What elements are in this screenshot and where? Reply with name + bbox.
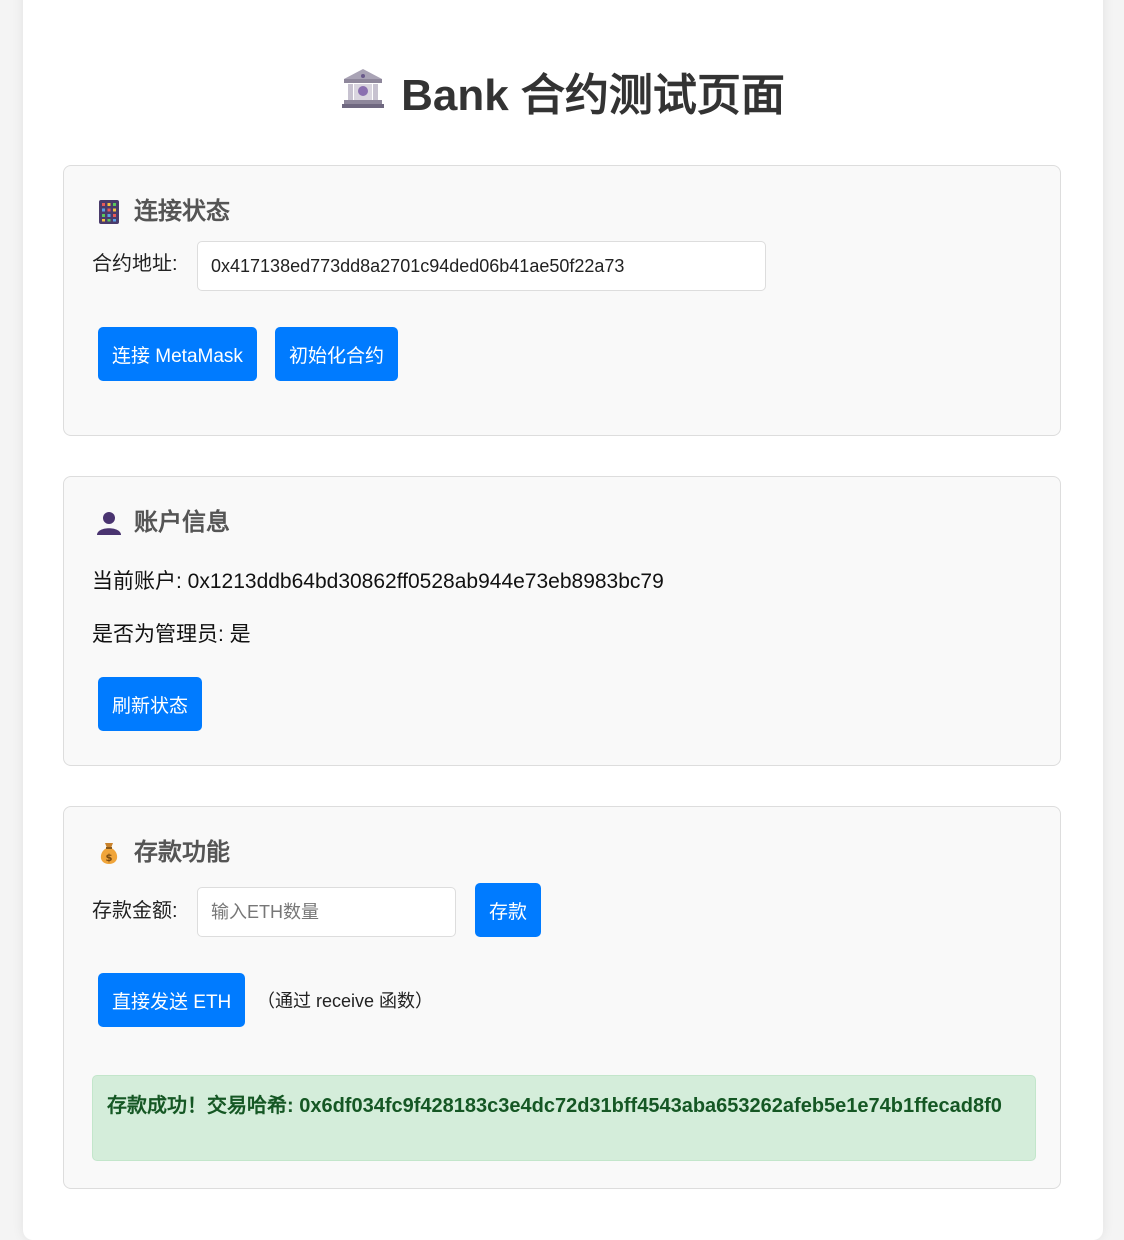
account-section-title: 账户信息 [96,507,230,539]
abacus-icon [96,199,122,225]
connection-section: 连接状态 合约地址: 连接 MetaMask 初始化合约 [63,165,1061,436]
admin-status-label: 是否为管理员: [92,623,230,646]
admin-status-value: 是 [229,623,251,646]
user-icon [96,510,122,536]
refresh-status-button[interactable]: 刷新状态 [98,677,203,731]
deposit-amount-input[interactable] [197,887,456,937]
account-title-text: 账户信息 [134,509,230,536]
page-title-text: Bank 合约测试页面 [401,71,785,120]
deposit-title-text: 存款功能 [134,839,230,866]
send-eth-note: （通过 receive 函数） [257,991,434,1011]
account-section: 账户信息 当前账户: 0x1213ddb64bd30862ff0528ab944… [63,476,1061,766]
send-eth-button[interactable]: 直接发送 ETH [98,973,246,1027]
current-account-value: 0x1213ddb64bd30862ff0528ab944e73eb8983bc… [187,570,664,593]
deposit-section-title: $ 存款功能 [96,837,230,869]
main-container: Bank 合约测试页面 连接状态 合约地址: 0x417138ed773dd8a… [23,0,1103,1240]
bank-icon [341,66,385,124]
page-title: Bank 合约测试页面 [23,68,1103,127]
current-account: 当前账户: 0x1213ddb64bd30862ff0528ab944e73eb… [92,568,664,596]
contract-address-input[interactable] [197,241,766,291]
connection-section-title: 连接状态 [96,196,230,228]
deposit-amount-label: 存款金额: [92,900,178,922]
connection-title-text: 连接状态 [134,198,230,225]
deposit-section: $ 存款功能 存款金额: 存款 直接发送 ETH （通过 receive 函数）… [63,806,1061,1189]
deposit-success-message: 存款成功！交易哈希: 0x6df034fc9f428183c3e4dc72d31… [92,1075,1036,1161]
contract-address-label: 合约地址: [92,253,178,275]
deposit-button[interactable]: 存款 [475,883,542,937]
money-bag-icon: $ [96,840,122,866]
current-account-label: 当前账户: [92,570,188,593]
admin-status: 是否为管理员: 是 [92,621,251,649]
svg-text:$: $ [106,853,113,864]
init-contract-button[interactable]: 初始化合约 [275,327,399,381]
connect-metamask-button[interactable]: 连接 MetaMask [98,327,257,381]
